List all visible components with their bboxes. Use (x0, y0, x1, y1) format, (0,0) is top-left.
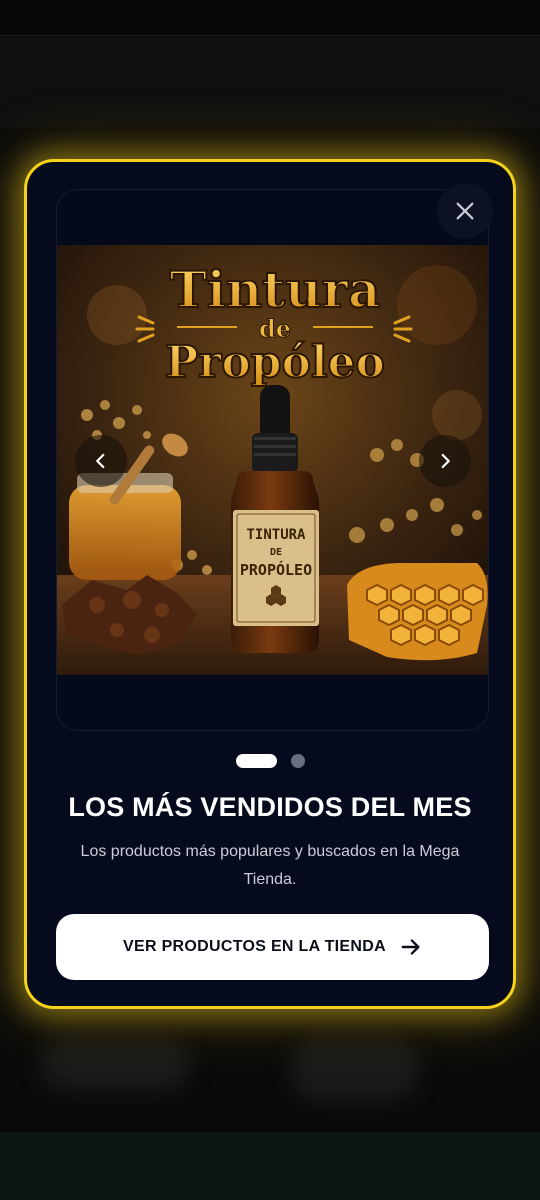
carousel-next-button[interactable] (419, 435, 471, 487)
promo-modal: TINTURA DE PROPÓLEO Tintura de Propóleo (24, 159, 516, 1009)
bottle-label-line2: DE (270, 547, 282, 558)
background-header (0, 37, 540, 127)
carousel-prev-button[interactable] (75, 435, 127, 487)
modal-subtitle: Los productos más populares y buscados e… (80, 843, 460, 888)
close-button[interactable] (437, 183, 493, 239)
bottle-label-line3: PROPÓLEO (240, 560, 312, 579)
image-title-line3: Propóleo (165, 337, 385, 388)
background-bottom-bar (0, 1132, 540, 1200)
product-carousel: TINTURA DE PROPÓLEO Tintura de Propóleo (56, 189, 489, 731)
status-bar (0, 0, 540, 36)
close-icon (456, 202, 474, 220)
pagination-dot[interactable] (290, 754, 305, 768)
image-title-line1: Tintura (170, 260, 381, 319)
arrow-right-icon (401, 939, 420, 955)
view-products-label: VER PRODUCTOS EN LA TIENDA (123, 938, 386, 955)
bottle-label-line1: TINTURA (246, 527, 306, 543)
view-products-button[interactable]: VER PRODUCTOS EN LA TIENDA (56, 914, 489, 980)
background-blur (290, 1040, 420, 1100)
modal-title: LOS MÁS VENDIDOS DEL MES (68, 792, 472, 822)
page: TINTURA DE PROPÓLEO Tintura de Propóleo (0, 0, 540, 1200)
carousel-pagination (27, 754, 513, 768)
chevron-left-icon (96, 453, 105, 469)
background-blur (40, 1040, 190, 1090)
chevron-right-icon (441, 453, 450, 469)
pagination-dot-active[interactable] (235, 754, 277, 768)
